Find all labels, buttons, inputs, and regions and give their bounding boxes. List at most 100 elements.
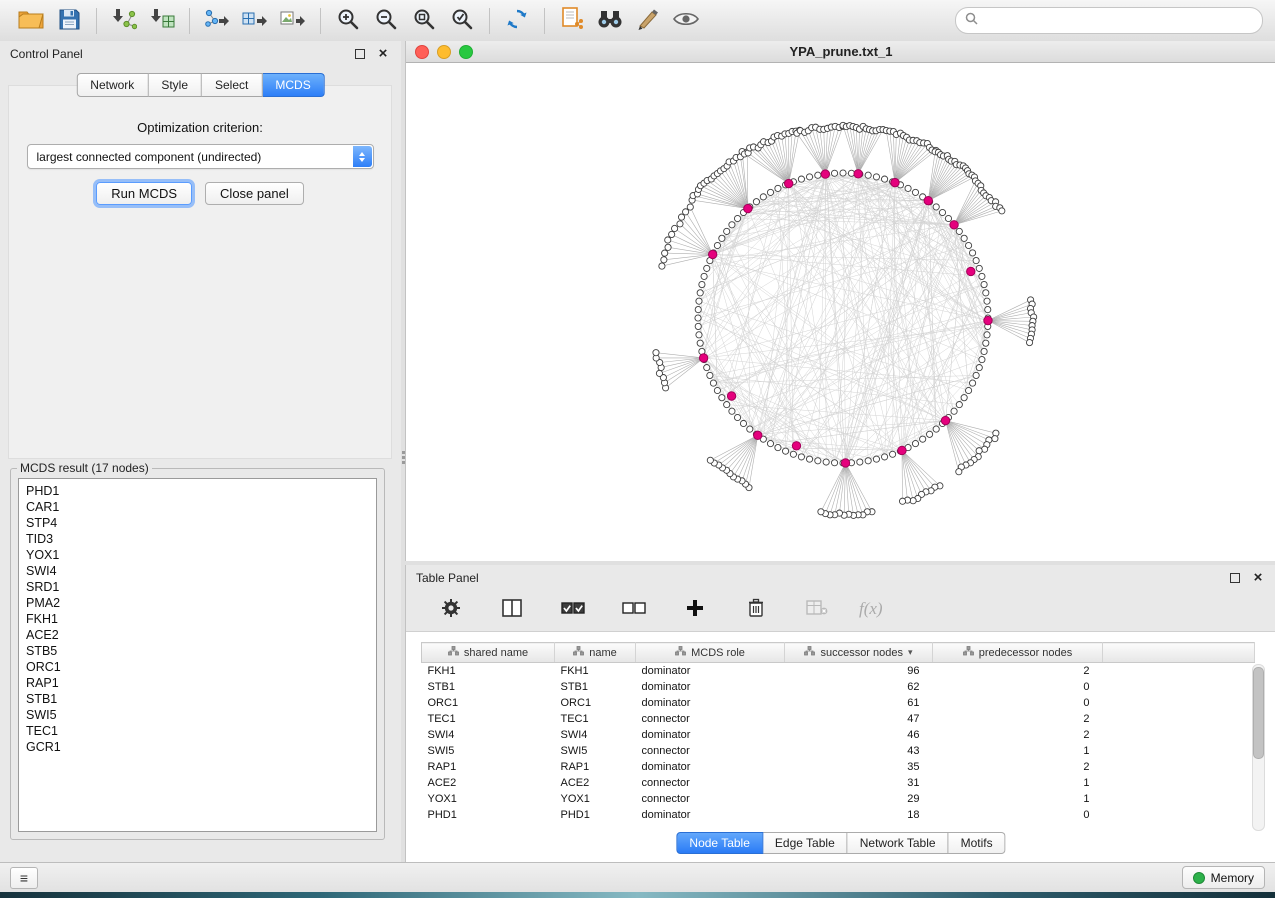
network-node[interactable] xyxy=(951,408,957,414)
table-row[interactable]: SWI5SWI5connector431 xyxy=(422,743,1255,759)
minimize-window-icon[interactable] xyxy=(437,45,451,59)
cell-name[interactable]: SWI4 xyxy=(555,727,636,743)
cell-shared-name[interactable]: SWI4 xyxy=(422,727,555,743)
cell-successors[interactable]: 29 xyxy=(785,791,933,807)
network-node[interactable] xyxy=(696,298,702,304)
mcds-result-item[interactable]: STP4 xyxy=(19,515,376,531)
network-node[interactable] xyxy=(984,332,990,338)
mcds-result-item[interactable]: FKH1 xyxy=(19,611,376,627)
network-titlebar[interactable]: YPA_prune.txt_1 xyxy=(406,41,1275,63)
column-header-shared-name[interactable]: shared name xyxy=(422,643,555,663)
network-node[interactable] xyxy=(889,451,895,457)
network-node[interactable] xyxy=(999,208,1005,214)
network-dominator-node[interactable] xyxy=(708,250,716,258)
mcds-result-item[interactable]: TEC1 xyxy=(19,723,376,739)
mcds-result-item[interactable]: GCR1 xyxy=(19,739,376,755)
tab-motifs[interactable]: Motifs xyxy=(949,832,1006,854)
cell-predecessors[interactable]: 2 xyxy=(933,727,1103,743)
network-node[interactable] xyxy=(710,380,716,386)
cell-role[interactable]: connector xyxy=(636,791,785,807)
mcds-result-item[interactable]: ORC1 xyxy=(19,659,376,675)
network-node[interactable] xyxy=(707,372,713,378)
cell-successors[interactable]: 47 xyxy=(785,711,933,727)
network-node[interactable] xyxy=(798,176,804,182)
cell-name[interactable]: ACE2 xyxy=(555,775,636,791)
cell-role[interactable]: dominator xyxy=(636,695,785,711)
network-node[interactable] xyxy=(719,235,725,241)
network-node[interactable] xyxy=(992,436,998,442)
network-node[interactable] xyxy=(912,189,918,195)
save-button[interactable] xyxy=(50,5,88,37)
cell-name[interactable]: YOX1 xyxy=(555,791,636,807)
network-dominator-node[interactable] xyxy=(821,170,829,178)
network-node[interactable] xyxy=(873,456,879,462)
tab-network[interactable]: Network xyxy=(76,73,148,97)
table-row[interactable]: SWI4SWI4dominator462 xyxy=(422,727,1255,743)
search-box[interactable] xyxy=(955,7,1263,34)
network-node[interactable] xyxy=(753,199,759,205)
column-header-predecessor-nodes[interactable]: predecessor nodes xyxy=(933,643,1103,663)
network-dominator-node[interactable] xyxy=(898,446,906,454)
network-node[interactable] xyxy=(683,209,689,215)
network-node[interactable] xyxy=(823,459,829,465)
network-node[interactable] xyxy=(899,498,905,504)
cell-successors[interactable]: 96 xyxy=(785,663,933,680)
network-node[interactable] xyxy=(926,431,932,437)
network-node[interactable] xyxy=(912,440,918,446)
network-node[interactable] xyxy=(961,395,967,401)
network-node[interactable] xyxy=(979,356,985,362)
network-node[interactable] xyxy=(973,257,979,263)
cell-name[interactable]: ORC1 xyxy=(555,695,636,711)
network-node[interactable] xyxy=(818,509,824,515)
network-node[interactable] xyxy=(782,448,788,454)
network-node[interactable] xyxy=(881,176,887,182)
network-dominator-node[interactable] xyxy=(950,221,958,229)
cell-shared-name[interactable]: ORC1 xyxy=(422,695,555,711)
mcds-result-item[interactable]: ACE2 xyxy=(19,627,376,643)
network-dominator-node[interactable] xyxy=(924,196,932,204)
table-row[interactable]: YOX1YOX1connector291 xyxy=(422,791,1255,807)
cell-role[interactable]: dominator xyxy=(636,759,785,775)
network-node[interactable] xyxy=(767,440,773,446)
mcds-result-item[interactable]: PHD1 xyxy=(19,483,376,499)
cell-predecessors[interactable]: 2 xyxy=(933,663,1103,680)
network-dominator-node[interactable] xyxy=(967,267,975,275)
network-node[interactable] xyxy=(740,420,746,426)
network-node[interactable] xyxy=(656,370,662,376)
cell-predecessors[interactable]: 0 xyxy=(933,679,1103,695)
table-row[interactable]: TEC1TEC1connector472 xyxy=(422,711,1255,727)
cell-predecessors[interactable]: 0 xyxy=(933,807,1103,823)
mcds-result-item[interactable]: SWI4 xyxy=(19,563,376,579)
cell-role[interactable]: connector xyxy=(636,775,785,791)
network-node[interactable] xyxy=(961,235,967,241)
network-dominator-node[interactable] xyxy=(984,316,992,324)
add-column-button[interactable] xyxy=(676,593,714,625)
cell-role[interactable]: dominator xyxy=(636,727,785,743)
table-row[interactable]: FKH1FKH1dominator962 xyxy=(422,663,1255,680)
network-node[interactable] xyxy=(939,209,945,215)
mcds-result-item[interactable]: RAP1 xyxy=(19,675,376,691)
table-row[interactable]: PHD1PHD1dominator180 xyxy=(422,807,1255,823)
cell-name[interactable]: STB1 xyxy=(555,679,636,695)
network-node[interactable] xyxy=(965,242,971,248)
export-network-button[interactable] xyxy=(198,5,236,37)
open-file-button[interactable] xyxy=(12,5,50,37)
network-dominator-node[interactable] xyxy=(699,354,707,362)
network-node[interactable] xyxy=(662,250,668,256)
cell-shared-name[interactable]: SWI5 xyxy=(422,743,555,759)
network-node[interactable] xyxy=(956,401,962,407)
network-node[interactable] xyxy=(724,228,730,234)
float-table-panel-icon[interactable] xyxy=(1227,570,1243,586)
search-input[interactable] xyxy=(984,13,1253,29)
column-header-mcds-role[interactable]: MCDS role xyxy=(636,643,785,663)
table-scrollbar-thumb[interactable] xyxy=(1253,667,1264,759)
network-node[interactable] xyxy=(984,298,990,304)
cell-predecessors[interactable]: 1 xyxy=(933,775,1103,791)
mcds-result-item[interactable]: STB1 xyxy=(19,691,376,707)
network-node[interactable] xyxy=(976,364,982,370)
network-node[interactable] xyxy=(956,469,962,475)
cell-role[interactable]: dominator xyxy=(636,663,785,680)
cell-role[interactable]: dominator xyxy=(636,807,785,823)
network-node[interactable] xyxy=(857,459,863,465)
network-node[interactable] xyxy=(815,172,821,178)
